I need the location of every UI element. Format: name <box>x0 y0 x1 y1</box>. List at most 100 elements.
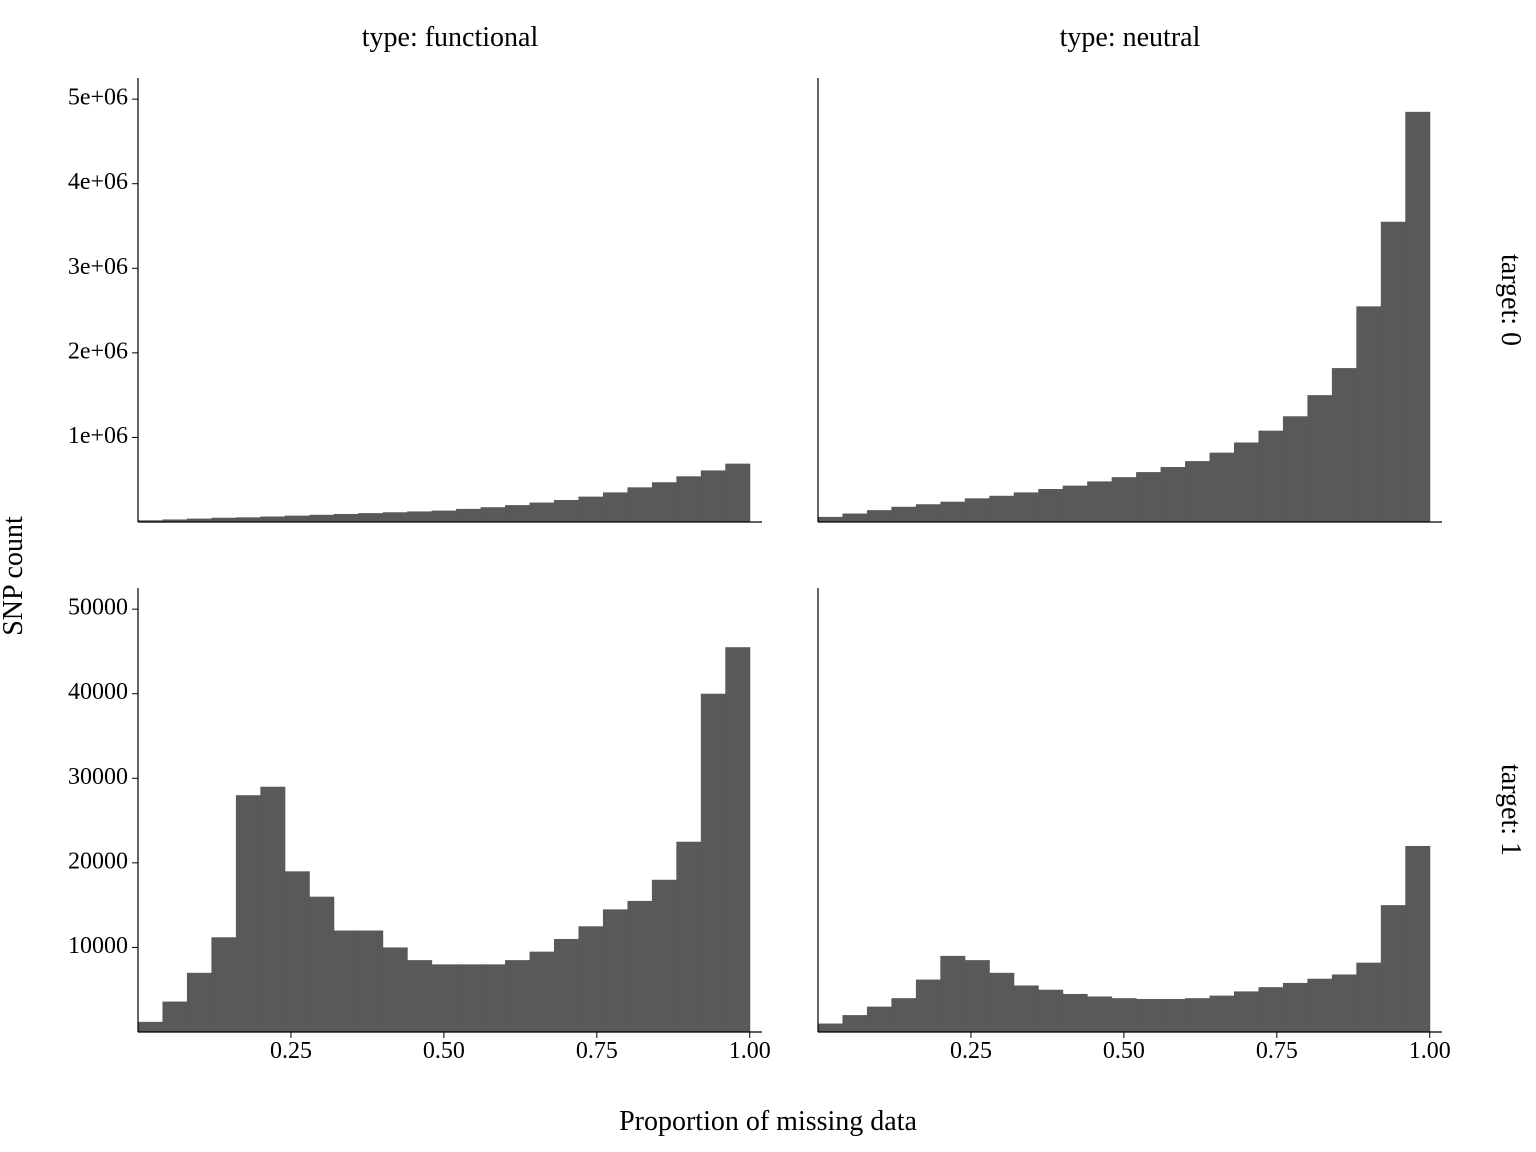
histogram-bar <box>1136 472 1161 522</box>
histogram-bar <box>1161 467 1186 522</box>
histogram-bar <box>383 947 408 1032</box>
histogram-bar <box>334 514 359 522</box>
x-tick-label: 1.00 <box>729 1038 771 1064</box>
histogram-bar <box>818 1024 843 1032</box>
histogram-bar <box>1014 492 1039 522</box>
histogram-bar <box>309 515 334 522</box>
histogram-bar <box>989 496 1014 522</box>
histogram-bar <box>867 1007 892 1032</box>
histogram-bar <box>578 926 603 1032</box>
x-tick-label: 0.50 <box>423 1038 465 1064</box>
histogram-bar <box>530 503 555 522</box>
histogram-bar <box>1185 998 1210 1032</box>
histogram-bar <box>578 497 603 522</box>
histogram-bar <box>407 511 432 522</box>
histogram-bar <box>1087 996 1112 1032</box>
histogram-bar <box>1307 395 1332 522</box>
histogram-bar <box>260 787 285 1032</box>
histogram-bar <box>989 973 1014 1032</box>
histogram-bar <box>1381 905 1406 1032</box>
histogram-bar <box>603 492 628 522</box>
histogram-bar <box>627 901 652 1032</box>
x-tick-label: 0.75 <box>576 1038 618 1064</box>
y-tick-label: 10000 <box>68 933 128 959</box>
histogram-bar <box>1038 990 1063 1032</box>
histogram-bar <box>554 500 579 522</box>
histogram-bar <box>481 507 506 522</box>
histogram-bar <box>309 897 334 1032</box>
histogram-bar <box>725 647 750 1032</box>
x-tick-label: 1.00 <box>1409 1038 1451 1064</box>
col-strip-functional: type: functional <box>130 22 770 54</box>
y-axis-title: SNP count <box>0 516 30 636</box>
histogram-bar <box>676 842 701 1032</box>
y-tick-label: 30000 <box>68 764 128 790</box>
facet-histogram-figure: SNP count Proportion of missing data typ… <box>0 0 1536 1152</box>
histogram-bar <box>916 504 941 522</box>
histogram-bar <box>187 973 212 1032</box>
histogram-bar <box>1234 991 1259 1032</box>
x-tick-label: 0.75 <box>1256 1038 1298 1064</box>
histogram-bar <box>505 960 530 1032</box>
histogram-bar <box>867 510 892 522</box>
x-tick-label: 0.25 <box>270 1038 312 1064</box>
histogram-bar <box>432 511 457 522</box>
histogram-bar <box>676 476 701 522</box>
histogram-bar <box>818 517 843 522</box>
histogram-bar <box>652 880 677 1032</box>
histogram-bar <box>1038 489 1063 522</box>
histogram-bar <box>211 937 236 1032</box>
histogram-bar <box>211 518 236 522</box>
histogram-bar <box>1332 368 1357 522</box>
panel-neutral-target1: 0.250.500.751.00 <box>810 580 1450 1040</box>
y-tick-label: 3e+06 <box>68 254 128 280</box>
histogram-bar <box>358 513 383 522</box>
histogram-bar <box>456 509 481 522</box>
histogram-bar <box>652 482 677 522</box>
panel-neutral-target0 <box>810 70 1450 530</box>
histogram-bar <box>891 507 916 522</box>
histogram-bar <box>916 980 941 1032</box>
histogram-bar <box>1063 994 1088 1032</box>
histogram-bar <box>432 964 457 1032</box>
histogram-bar <box>1112 477 1137 522</box>
histogram-bar <box>1087 481 1112 522</box>
histogram-bar <box>1234 443 1259 522</box>
histogram-bar <box>236 795 261 1032</box>
histogram-bar <box>701 694 726 1032</box>
y-tick-label: 1e+06 <box>68 423 128 449</box>
row-strip-target0: target: 0 <box>1494 70 1526 530</box>
histogram-bar <box>842 1015 867 1032</box>
histogram-bar <box>965 498 990 522</box>
histogram-bar <box>285 516 310 522</box>
x-axis-title: Proportion of missing data <box>619 1106 917 1138</box>
histogram-bar <box>701 470 726 522</box>
y-tick-label: 50000 <box>68 595 128 621</box>
histogram-bar <box>1332 974 1357 1032</box>
row-strip-target1: target: 1 <box>1494 580 1526 1040</box>
histogram-bar <box>1112 998 1137 1032</box>
histogram-bar <box>285 871 310 1032</box>
histogram-bar <box>358 931 383 1032</box>
x-tick-label: 0.25 <box>950 1038 992 1064</box>
histogram-bar <box>842 514 867 522</box>
histogram-bar <box>236 517 261 522</box>
histogram-bar <box>1185 461 1210 522</box>
histogram-bar <box>1381 222 1406 522</box>
histogram-bar <box>1014 985 1039 1032</box>
y-tick-label: 20000 <box>68 848 128 874</box>
histogram-bar <box>940 502 965 522</box>
x-tick-label: 0.50 <box>1103 1038 1145 1064</box>
histogram-bar <box>965 960 990 1032</box>
histogram-bar <box>1405 112 1430 522</box>
histogram-bar <box>725 464 750 522</box>
histogram-bar <box>1356 306 1381 522</box>
histogram-bar <box>334 931 359 1032</box>
y-tick-label: 5e+06 <box>68 85 128 111</box>
histogram-bar <box>456 964 481 1032</box>
col-strip-neutral: type: neutral <box>810 22 1450 54</box>
panel-functional-target1: 10000200003000040000500000.250.500.751.0… <box>130 580 770 1040</box>
histogram-bar <box>162 1002 187 1032</box>
histogram-bar <box>603 909 628 1032</box>
histogram-bar <box>1283 416 1308 522</box>
